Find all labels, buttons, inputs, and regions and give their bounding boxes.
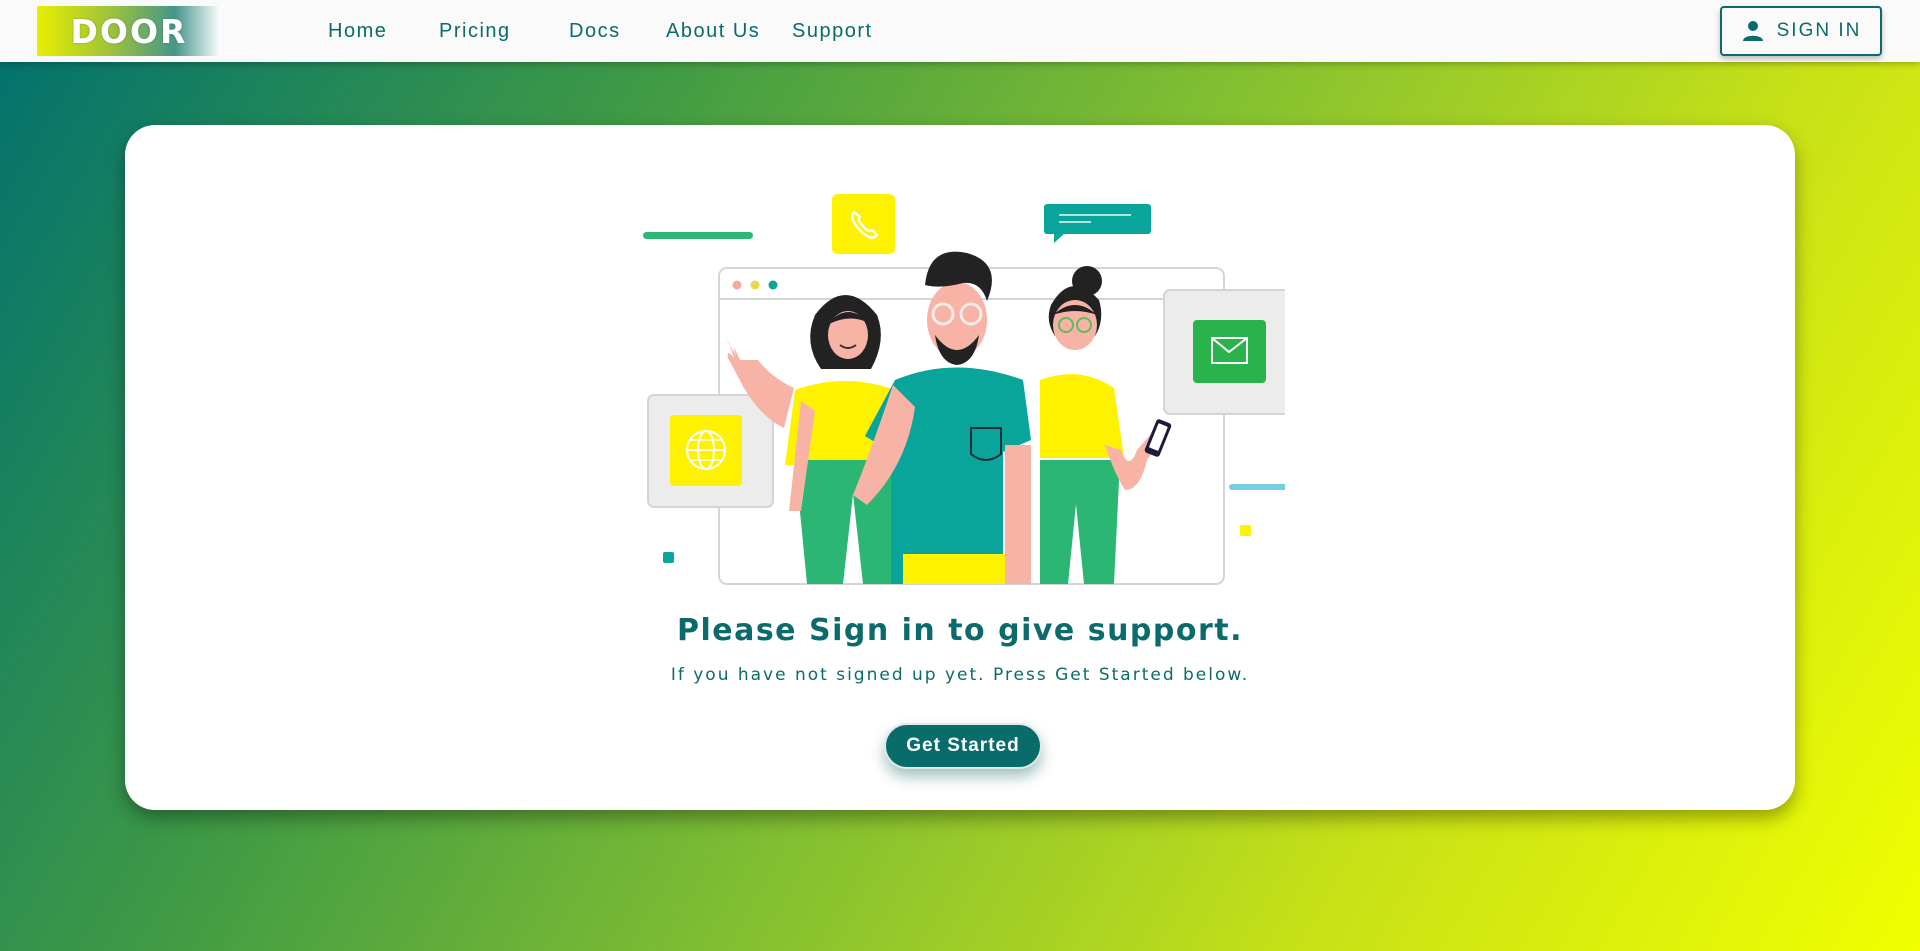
sign-in-label: SIGN IN [1776, 20, 1862, 41]
chat-bubble-icon [1044, 204, 1151, 243]
logo-text: DOOR [70, 11, 188, 51]
deco-bar-blue [1229, 484, 1285, 490]
mail-icon [1163, 289, 1285, 415]
sign-in-button[interactable]: SIGN IN [1720, 6, 1882, 56]
nav-home[interactable]: Home [328, 20, 387, 43]
phone-icon [832, 194, 895, 254]
sign-in-prompt-card: Please Sign in to give support. If you h… [125, 125, 1795, 810]
deco-bar-green [643, 232, 753, 239]
navbar: DOOR Home Pricing Docs About Us Support … [0, 0, 1920, 62]
person-icon [1742, 21, 1763, 41]
nav-support[interactable]: Support [792, 20, 873, 43]
deco-dot-yellow [1240, 525, 1251, 536]
page-subtitle: If you have not signed up yet. Press Get… [670, 665, 1250, 685]
get-started-button[interactable]: Get Started [884, 723, 1042, 769]
team-illustration [643, 194, 1285, 585]
nav-docs[interactable]: Docs [569, 20, 621, 43]
deco-dot-teal [663, 552, 674, 563]
nav-about-us[interactable]: About Us [666, 20, 760, 43]
brand-logo[interactable]: DOOR [37, 6, 221, 56]
globe-icon [647, 394, 774, 508]
page-headline: Please Sign in to give support. [676, 613, 1244, 648]
nav-pricing[interactable]: Pricing [439, 20, 511, 43]
